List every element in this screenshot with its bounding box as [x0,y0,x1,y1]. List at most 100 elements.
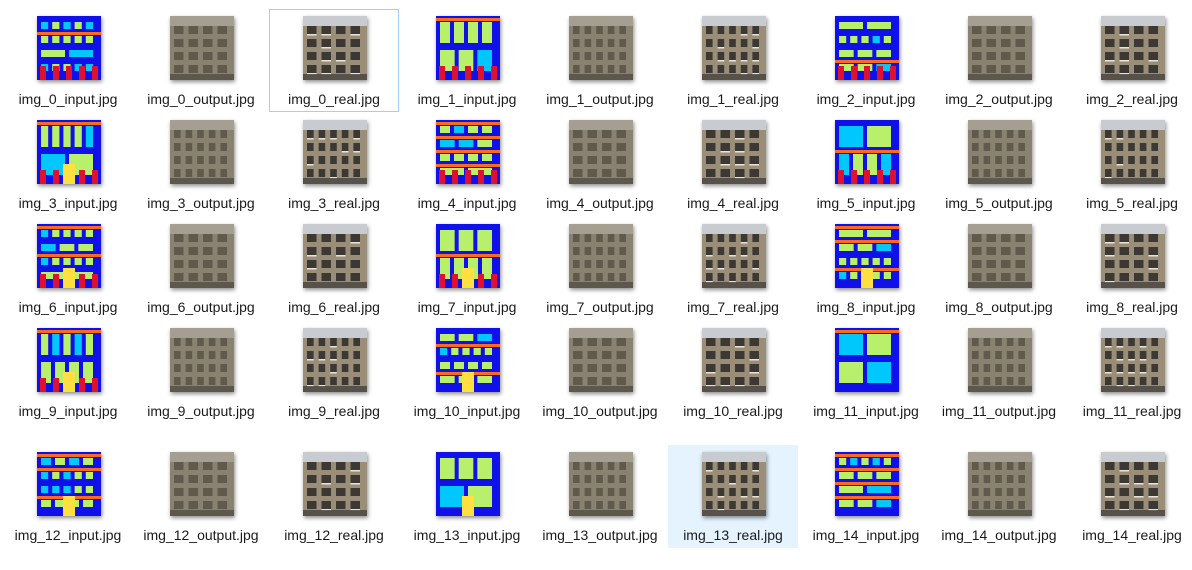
thumbnail-input [37,328,101,392]
file-item-img-6-real[interactable]: img_6_real.jpg [269,217,399,320]
file-item-img-0-real[interactable]: img_0_real.jpg [269,9,399,112]
thumbnail-input [835,120,899,184]
thumbnail-real [1101,224,1165,288]
thumbnail-input [436,16,500,80]
file-item-img-3-output[interactable]: img_3_output.jpg [136,113,266,216]
thumbnail-image [1101,328,1165,392]
thumbnail-image [170,452,234,516]
file-item-img-6-input[interactable]: img_6_input.jpg [3,217,133,320]
thumbnail-image [1101,16,1165,80]
file-name: img_2_input.jpg [816,91,916,107]
file-name: img_13_input.jpg [413,527,521,543]
file-item-img-12-input[interactable]: img_12_input.jpg [3,445,133,548]
file-item-img-10-output[interactable]: img_10_output.jpg [535,321,665,446]
thumbnail-output [968,328,1032,392]
file-item-img-13-input[interactable]: img_13_input.jpg [402,445,532,548]
file-item-img-14-input[interactable]: img_14_input.jpg [801,445,931,548]
thumbnail-image [968,16,1032,80]
file-item-img-11-input[interactable]: img_11_input.jpg [801,321,931,424]
thumbnail-input [835,224,899,288]
thumbnail-input [37,120,101,184]
file-item-img-9-input[interactable]: img_9_input.jpg [3,321,133,424]
thumbnail-output [170,452,234,516]
file-item-img-12-output[interactable]: img_12_output.jpg [136,445,266,570]
thumbnail-image [569,224,633,288]
thumbnail-image [37,16,101,80]
file-name: img_2_real.jpg [1086,91,1178,107]
file-item-img-10-real[interactable]: img_10_real.jpg [668,321,798,424]
thumbnail-input [436,328,500,392]
file-name: img_6_input.jpg [18,299,118,315]
file-item-img-6-output[interactable]: img_6_output.jpg [136,217,266,320]
thumbnail-image [37,120,101,184]
thumbnail-image [702,120,766,184]
thumbnail-image [968,452,1032,516]
thumbnail-input [436,224,500,288]
file-name: img_5_input.jpg [816,195,916,211]
file-item-img-8-output[interactable]: img_8_output.jpg [934,217,1064,320]
thumbnail-real [303,452,367,516]
thumbnail-output [569,224,633,288]
thumbnail-output [968,224,1032,288]
thumbnail-real [702,16,766,80]
thumbnail-image [968,120,1032,184]
thumbnail-real [303,16,367,80]
thumbnail-output [569,120,633,184]
file-name: img_7_real.jpg [687,299,779,315]
file-name: img_11_input.jpg [813,403,919,419]
thumbnail-image [835,328,899,392]
file-item-img-3-real[interactable]: img_3_real.jpg [269,113,399,216]
thumbnail-input [835,452,899,516]
file-name: img_4_input.jpg [417,195,517,211]
file-item-img-1-real[interactable]: img_1_real.jpg [668,9,798,112]
file-item-img-0-output[interactable]: img_0_output.jpg [136,9,266,112]
file-name: img_6_real.jpg [288,299,380,315]
file-item-img-8-input[interactable]: img_8_input.jpg [801,217,931,320]
file-item-img-2-output[interactable]: img_2_output.jpg [934,9,1064,112]
thumbnail-image [170,16,234,80]
file-item-img-5-real[interactable]: img_5_real.jpg [1067,113,1192,216]
file-item-img-11-output[interactable]: img_11_output.jpg [934,321,1064,446]
thumbnail-image [170,224,234,288]
thumbnail-image [37,224,101,288]
file-item-img-5-output[interactable]: img_5_output.jpg [934,113,1064,216]
file-item-img-12-real[interactable]: img_12_real.jpg [269,445,399,548]
file-item-img-1-input[interactable]: img_1_input.jpg [402,9,532,112]
thumbnail-image [702,452,766,516]
file-item-img-4-output[interactable]: img_4_output.jpg [535,113,665,216]
file-item-img-4-real[interactable]: img_4_real.jpg [668,113,798,216]
file-item-img-9-real[interactable]: img_9_real.jpg [269,321,399,424]
file-item-img-5-input[interactable]: img_5_input.jpg [801,113,931,216]
file-item-img-13-real[interactable]: img_13_real.jpg [668,445,798,548]
file-item-img-10-input[interactable]: img_10_input.jpg [402,321,532,424]
file-item-img-14-output[interactable]: img_14_output.jpg [934,445,1064,570]
file-name: img_12_real.jpg [284,527,384,543]
file-item-img-7-input[interactable]: img_7_input.jpg [402,217,532,320]
thumbnail-image [835,16,899,80]
thumbnail-output [569,452,633,516]
file-item-img-0-input[interactable]: img_0_input.jpg [3,9,133,112]
file-item-img-2-real[interactable]: img_2_real.jpg [1067,9,1192,112]
file-name: img_7_input.jpg [417,299,517,315]
file-item-img-11-real[interactable]: img_11_real.jpg [1067,321,1192,424]
thumbnail-image [37,452,101,516]
file-item-img-3-input[interactable]: img_3_input.jpg [3,113,133,216]
thumbnail-image [436,16,500,80]
file-item-img-7-real[interactable]: img_7_real.jpg [668,217,798,320]
file-item-img-4-input[interactable]: img_4_input.jpg [402,113,532,216]
file-name: img_9_output.jpg [147,403,255,419]
file-name: img_12_output.jpg [143,527,259,543]
thumbnail-real [702,452,766,516]
file-item-img-7-output[interactable]: img_7_output.jpg [535,217,665,320]
file-item-img-13-output[interactable]: img_13_output.jpg [535,445,665,570]
thumbnail-image [569,328,633,392]
file-item-img-8-real[interactable]: img_8_real.jpg [1067,217,1192,320]
file-name: img_4_real.jpg [687,195,779,211]
file-name: img_8_real.jpg [1086,299,1178,315]
thumbnail-image [37,328,101,392]
thumbnail-image [968,328,1032,392]
file-item-img-1-output[interactable]: img_1_output.jpg [535,9,665,112]
file-item-img-14-real[interactable]: img_14_real.jpg [1067,445,1192,548]
file-item-img-2-input[interactable]: img_2_input.jpg [801,9,931,112]
file-item-img-9-output[interactable]: img_9_output.jpg [136,321,266,424]
